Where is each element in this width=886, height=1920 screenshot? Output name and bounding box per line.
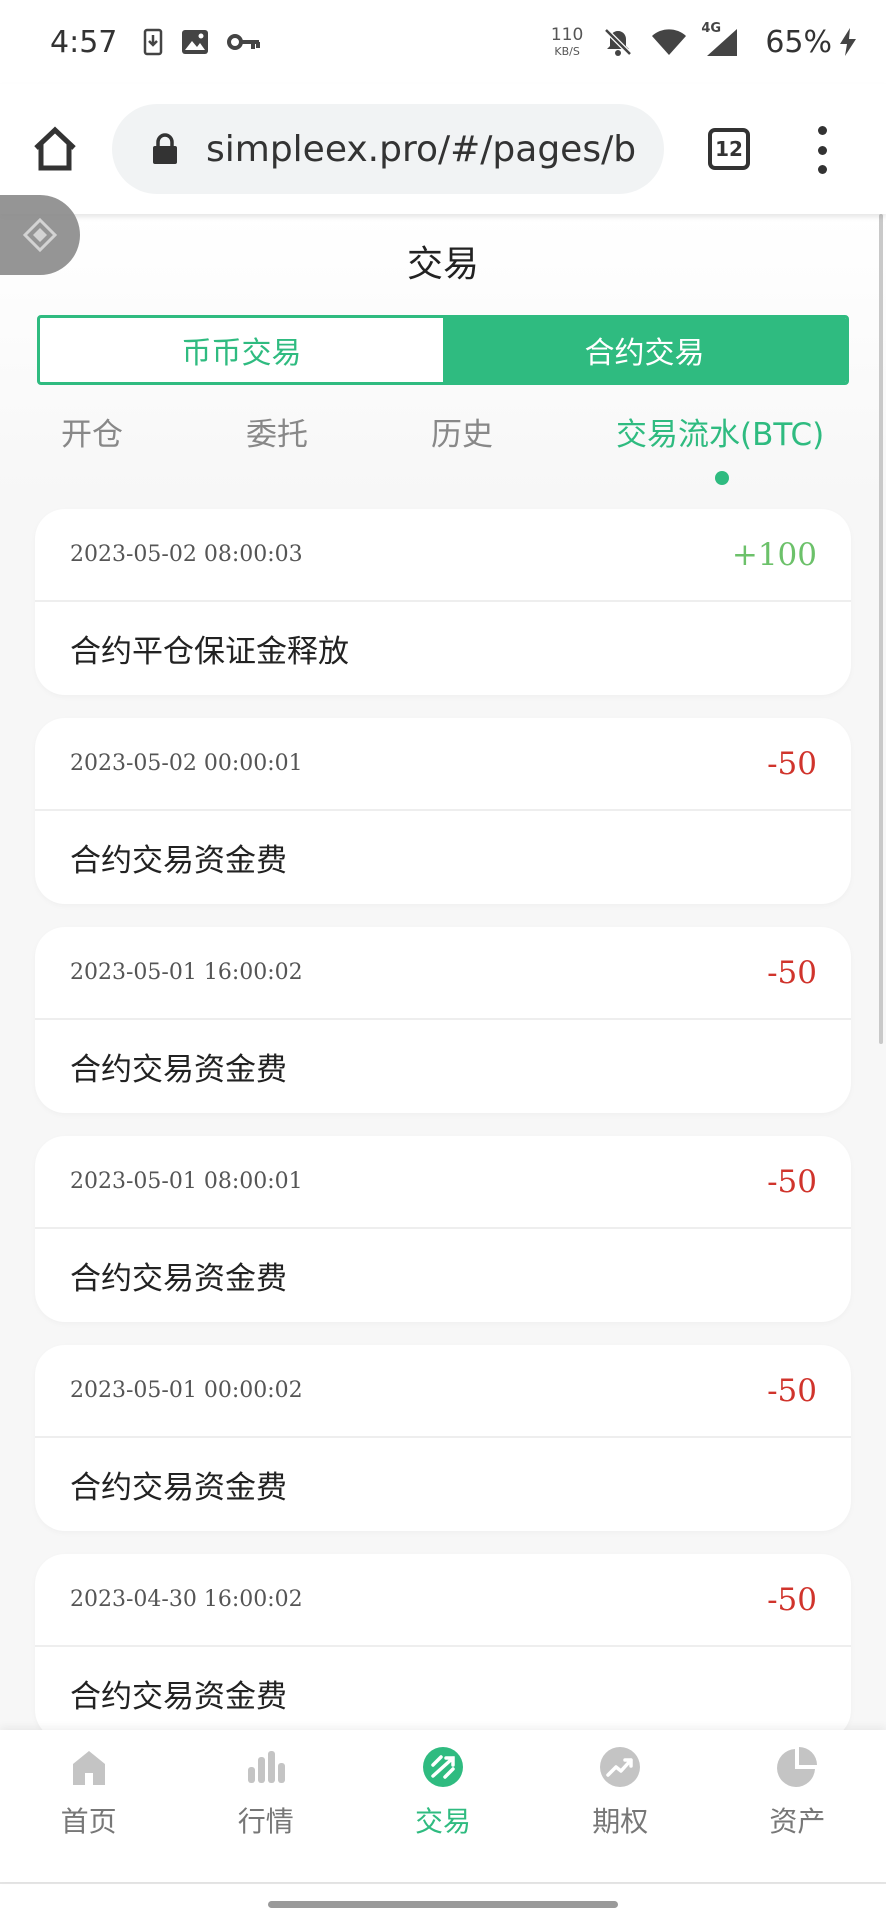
record-header: 2023-05-01 08:00:01 -50 — [35, 1136, 851, 1229]
gesture-handle[interactable] — [268, 1901, 618, 1908]
home-icon — [34, 126, 76, 171]
tab-switcher-button[interactable]: 12 — [708, 128, 750, 170]
transaction-record[interactable]: 2023-05-02 00:00:01 -50 合约交易资金费 — [35, 718, 851, 904]
scrollbar[interactable] — [879, 214, 883, 1044]
transaction-record[interactable]: 2023-05-01 16:00:02 -50 合约交易资金费 — [35, 927, 851, 1113]
lock-icon — [153, 133, 177, 164]
tab-transaction-log[interactable]: 交易流水(BTC) — [616, 410, 824, 460]
transaction-record[interactable]: 2023-04-30 16:00:02 -50 合约交易资金费 — [35, 1554, 851, 1740]
home-button[interactable] — [30, 124, 80, 174]
net-speed-value: 110 — [550, 25, 584, 45]
record-amount: -50 — [767, 1163, 817, 1200]
nav-label: 期权 — [592, 1805, 649, 1838]
transaction-list: 2023-05-02 08:00:03 +100 合约平仓保证金释放 2023-05-… — [35, 509, 851, 1763]
menu-dot — [817, 126, 827, 135]
market-bars-icon — [243, 1744, 289, 1790]
nav-home[interactable]: 首页 — [0, 1730, 177, 1882]
wifi-icon — [651, 28, 687, 56]
transaction-record[interactable]: 2023-05-02 08:00:03 +100 合约平仓保证金释放 — [35, 509, 851, 695]
record-time: 2023-05-02 08:00:03 — [70, 542, 303, 567]
segment-spot-trading[interactable]: 币币交易 — [40, 318, 443, 382]
record-amount: -50 — [767, 1372, 817, 1409]
nav-label: 资产 — [769, 1805, 826, 1838]
record-header: 2023-05-01 16:00:02 -50 — [35, 927, 851, 1020]
tab-orders[interactable]: 委托 — [246, 410, 308, 460]
assets-pie-icon — [774, 1744, 820, 1790]
record-description: 合约交易资金费 — [70, 1261, 287, 1297]
record-header: 2023-05-02 08:00:03 +100 — [35, 509, 851, 602]
address-bar[interactable]: simpleex.pro/#/pages/bas — [112, 104, 664, 194]
record-description: 合约交易资金费 — [70, 1470, 287, 1506]
charging-bolt-icon — [838, 27, 858, 57]
status-time: 4:57 — [50, 24, 118, 60]
segment-contract-trading[interactable]: 合约交易 — [443, 318, 846, 382]
cell-signal-icon: 4G — [701, 21, 739, 57]
nav-label: 交易 — [415, 1805, 472, 1838]
record-description: 合约交易资金费 — [70, 843, 287, 879]
nav-options[interactable]: 期权 — [532, 1730, 709, 1882]
url-text: simpleex.pro/#/pages/bas — [206, 128, 636, 170]
network-speed: 110 KB/S — [550, 25, 584, 58]
nav-label: 首页 — [60, 1805, 117, 1838]
record-header: 2023-05-02 00:00:01 -50 — [35, 718, 851, 811]
active-tab-indicator — [715, 471, 729, 485]
nav-label: 行情 — [237, 1805, 294, 1838]
transaction-record[interactable]: 2023-05-01 00:00:02 -50 合约交易资金费 — [35, 1345, 851, 1531]
nav-assets[interactable]: 资产 — [709, 1730, 886, 1882]
vpn-key-icon — [227, 32, 261, 52]
battery-percent: 65% — [765, 24, 832, 60]
menu-dot — [817, 165, 827, 174]
home-icon — [66, 1744, 112, 1790]
status-right-cluster: 110 KB/S 4G 65% — [550, 21, 858, 60]
record-description: 合约交易资金费 — [70, 1052, 287, 1088]
browser-toolbar: simpleex.pro/#/pages/bas 12 — [0, 84, 886, 214]
menu-dot — [817, 145, 827, 155]
record-amount: -50 — [767, 1581, 817, 1618]
overflow-menu-button[interactable] — [812, 126, 832, 174]
record-time: 2023-04-30 16:00:02 — [70, 1587, 303, 1612]
record-description: 合约交易资金费 — [70, 1679, 287, 1715]
download-notification-icon — [143, 28, 163, 56]
record-amount: +100 — [731, 536, 817, 573]
record-time: 2023-05-01 08:00:01 — [70, 1169, 303, 1194]
trade-type-switch: 币币交易 合约交易 — [37, 315, 849, 385]
record-header: 2023-05-01 00:00:02 -50 — [35, 1345, 851, 1438]
image-notification-icon — [181, 29, 209, 55]
record-amount: -50 — [767, 954, 817, 991]
record-header: 2023-04-30 16:00:02 -50 — [35, 1554, 851, 1647]
transaction-record[interactable]: 2023-05-01 08:00:01 -50 合约交易资金费 — [35, 1136, 851, 1322]
notifications-muted-icon — [603, 27, 633, 57]
tab-history[interactable]: 历史 — [431, 410, 493, 460]
tab-open-position[interactable]: 开仓 — [61, 410, 123, 460]
record-time: 2023-05-01 16:00:02 — [70, 960, 303, 985]
diamond-logo-icon — [22, 217, 58, 253]
bottom-nav: 首页 行情 交易 期权 资产 — [0, 1730, 886, 1882]
options-trend-icon — [597, 1744, 643, 1790]
record-amount: -50 — [767, 745, 817, 782]
record-time: 2023-05-02 00:00:01 — [70, 751, 303, 776]
record-description: 合约平仓保证金释放 — [70, 634, 349, 670]
trade-icon — [420, 1744, 466, 1790]
nav-market[interactable]: 行情 — [177, 1730, 354, 1882]
floating-service-button[interactable] — [0, 195, 80, 275]
status-bar: 4:57 110 KB/S 4G 65% — [0, 0, 886, 84]
record-time: 2023-05-01 00:00:02 — [70, 1378, 303, 1403]
nav-trade[interactable]: 交易 — [354, 1730, 531, 1882]
page-title: 交易 — [406, 244, 479, 285]
subtab-bar: 开仓 委托 历史 交易流水(BTC) — [0, 410, 886, 490]
net-speed-unit: KB/S — [554, 45, 580, 58]
network-type: 4G — [701, 21, 722, 36]
